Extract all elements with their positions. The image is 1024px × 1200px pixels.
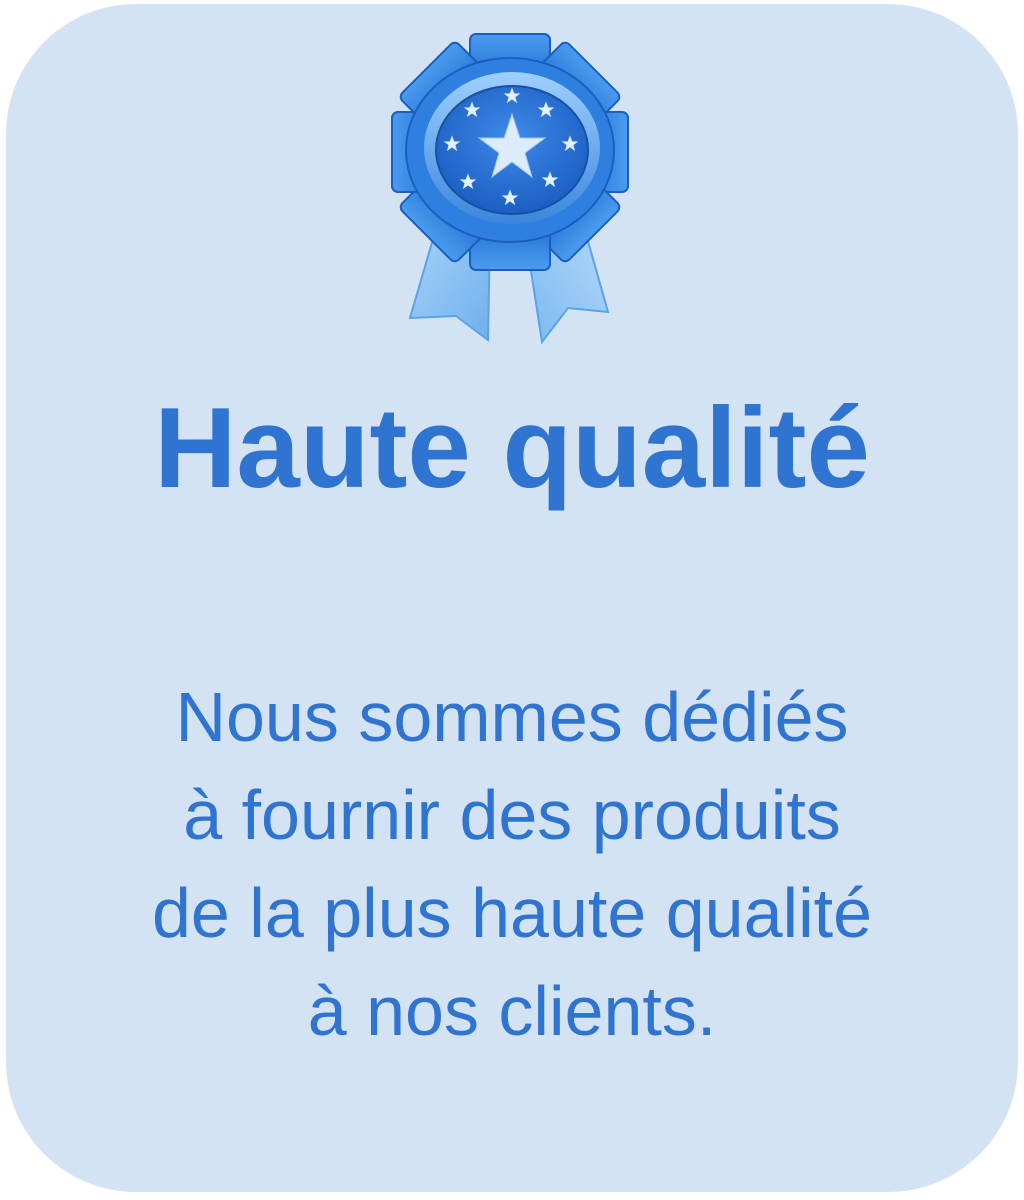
description-line: à nos clients. [307, 972, 717, 1050]
description-line: de la plus haute qualité [152, 874, 872, 952]
award-ribbon-icon [391, 33, 629, 344]
card-description: Nous sommes dédiés à fournir des produit… [0, 668, 1024, 1060]
description-line: Nous sommes dédiés [175, 678, 849, 756]
card-title: Haute qualité [154, 385, 870, 512]
description-line: à fournir des produits [183, 776, 841, 854]
